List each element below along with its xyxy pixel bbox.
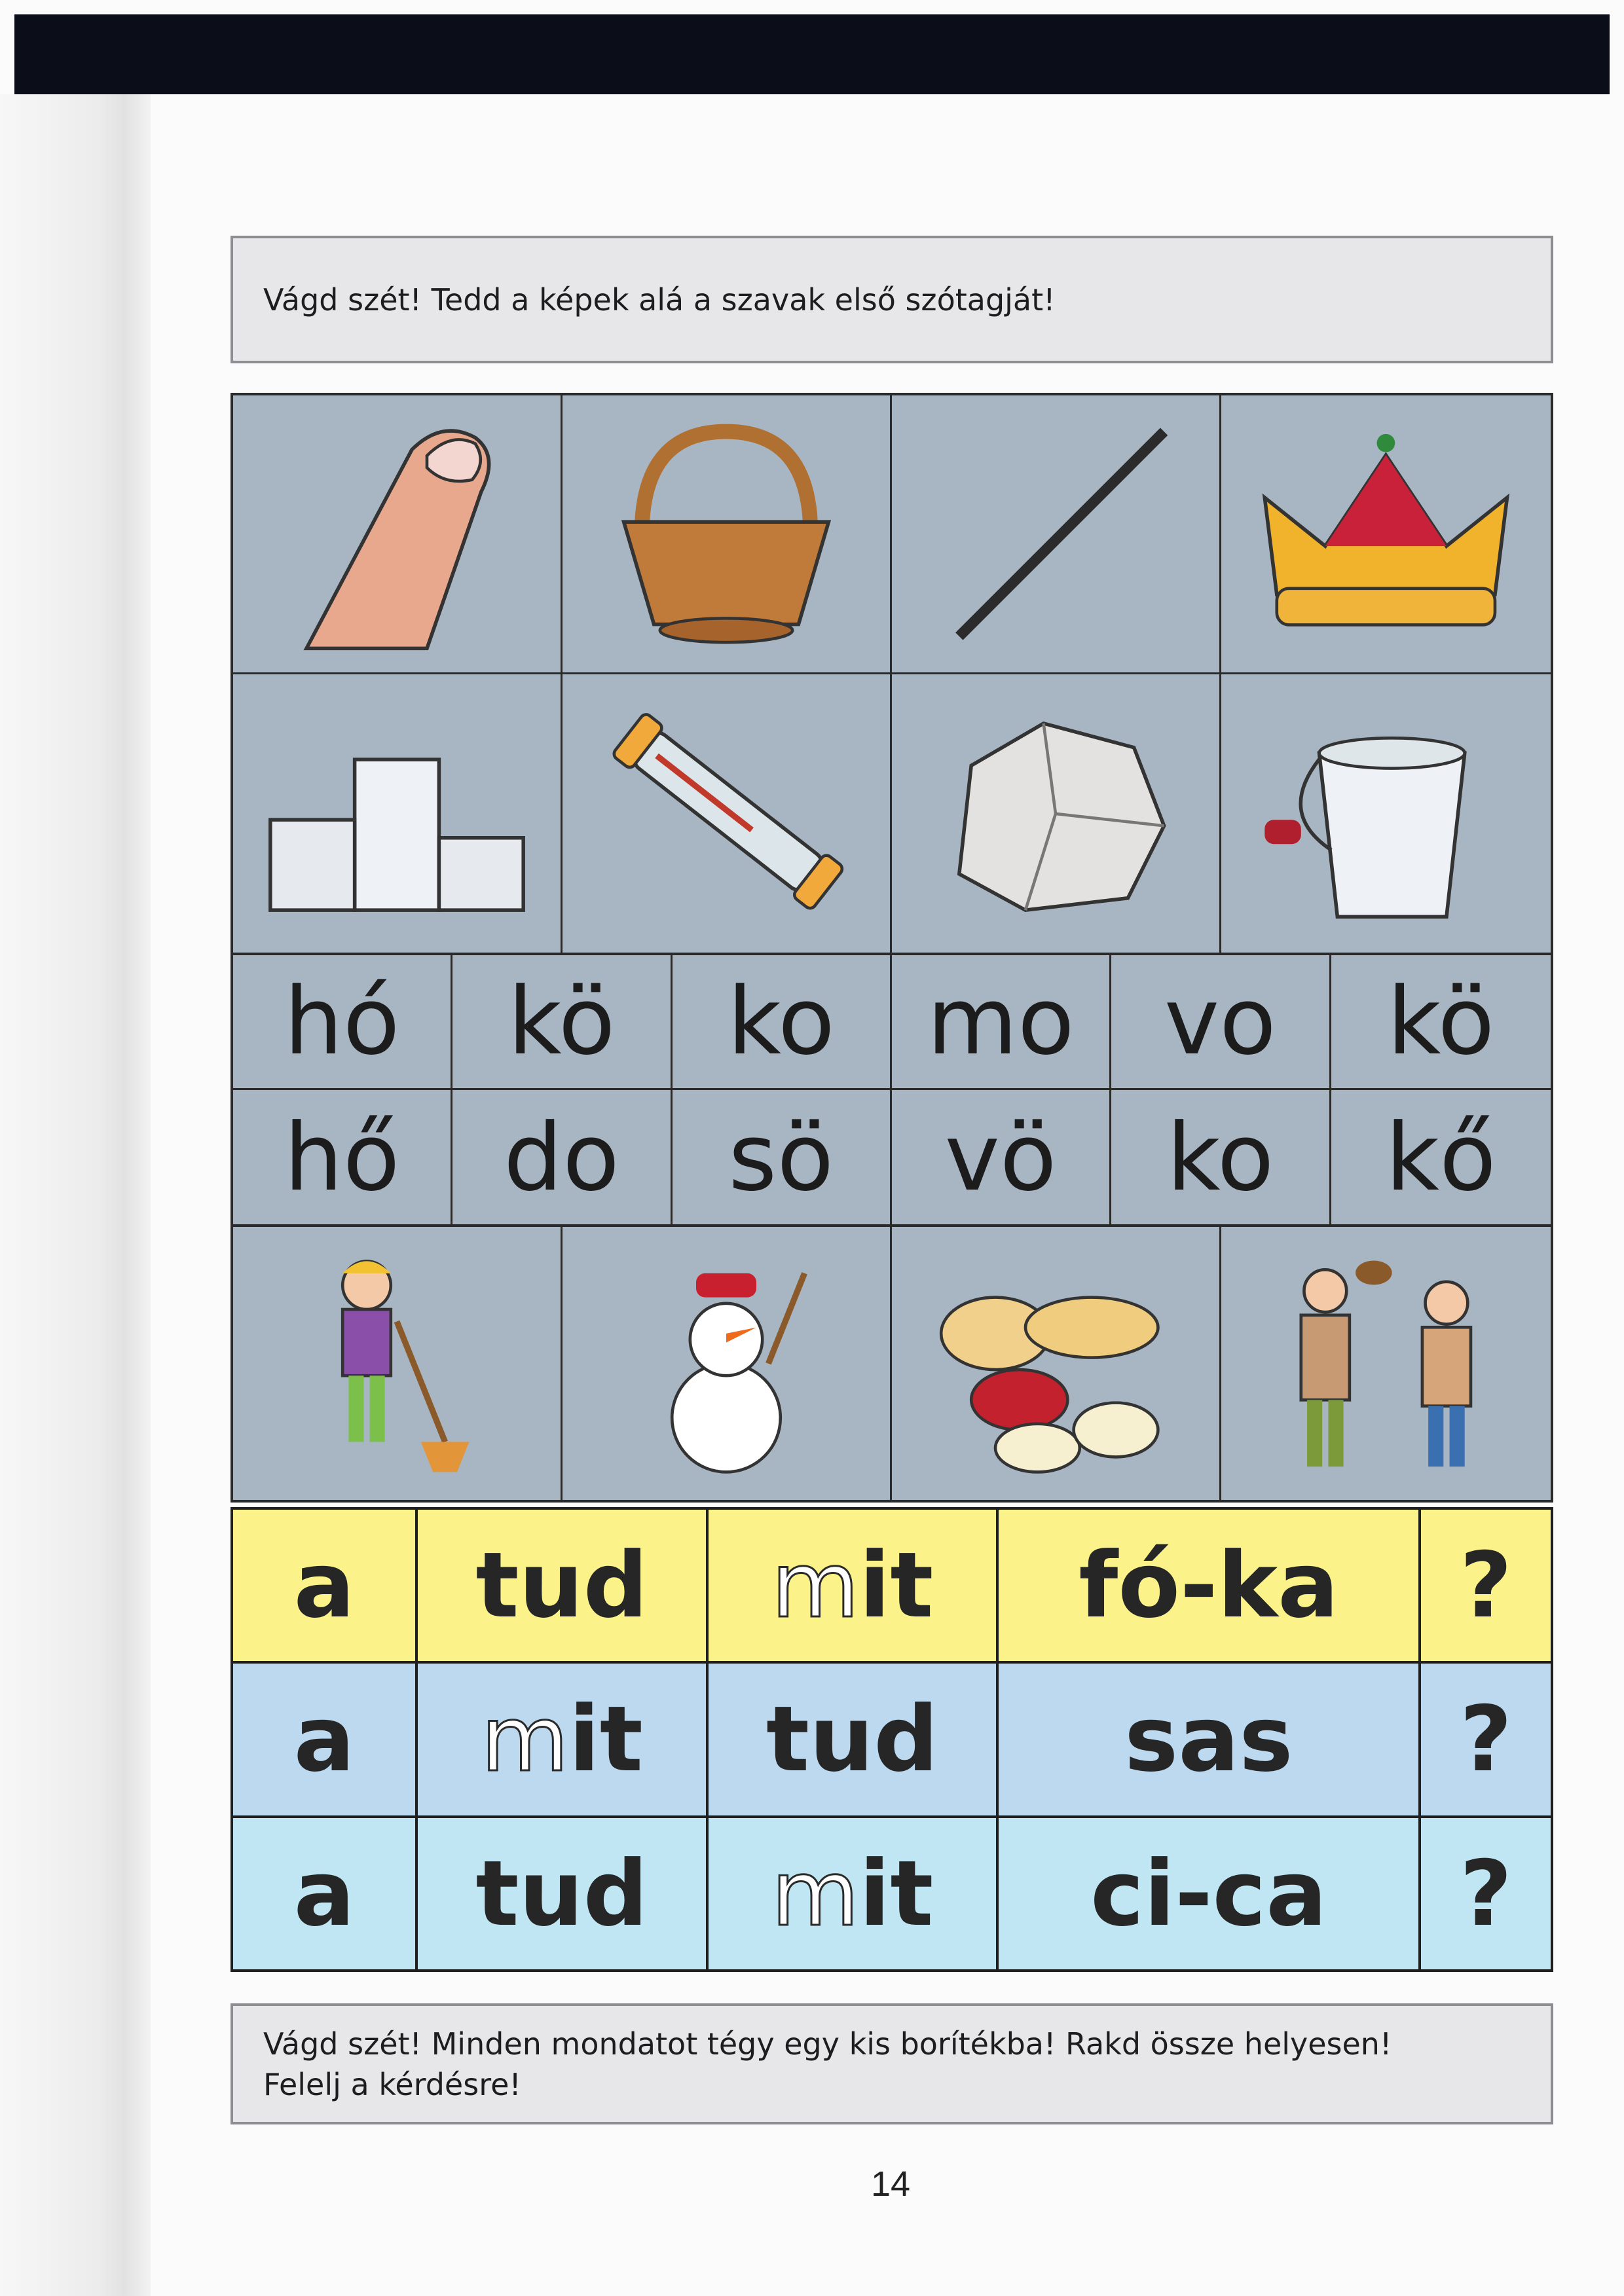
picture-cell-podium: [233, 674, 563, 953]
syllable-cell[interactable]: hó: [233, 955, 453, 1090]
sentence-row: a tud mit ci-ca ?: [230, 1815, 1553, 1973]
word-cell[interactable]: sas: [996, 1661, 1422, 1818]
syllable-cell[interactable]: vo: [1111, 955, 1331, 1090]
picture-cell-basket: [563, 395, 892, 674]
instruction-box-top: Vágd szét! Tedd a képek alá a szavak els…: [231, 236, 1553, 363]
bucket-icon: [1264, 736, 1467, 919]
instruction-text-bottom: Vágd szét! Minden mondatot tégy egy kis …: [263, 2024, 1392, 2105]
page-number: 14: [870, 2164, 911, 2204]
word-cell[interactable]: tud: [415, 1506, 709, 1664]
syllable-cell[interactable]: vö: [892, 1090, 1112, 1225]
instruction-box-bottom: Vágd szét! Minden mondatot tégy egy kis …: [231, 2003, 1553, 2124]
word-cell[interactable]: a: [230, 1661, 418, 1818]
thermometer-icon: [612, 713, 844, 910]
nuts-icon: [939, 1296, 1160, 1474]
word-cell[interactable]: a: [230, 1815, 418, 1973]
book-gutter: [0, 94, 151, 2296]
sentence-table: a tud mit fó-ka ? a mit tud sas ? a tud …: [230, 1506, 1553, 1973]
word-cell[interactable]: mit: [415, 1661, 709, 1818]
word-cell[interactable]: mit: [705, 1506, 999, 1664]
word-cell[interactable]: a: [230, 1506, 418, 1664]
question-mark-cell[interactable]: ?: [1418, 1661, 1553, 1818]
picture-cell-stick: [892, 395, 1221, 674]
basket-icon: [621, 424, 832, 644]
syllable-cell[interactable]: ko: [1111, 1090, 1331, 1225]
girl-sweeping-icon: [341, 1259, 470, 1472]
word-cell[interactable]: tud: [415, 1815, 709, 1973]
syllable-grid: hó kö ko mo vo kö hő do sö vö ko kő: [231, 953, 1553, 1228]
instruction-text-top: Vágd szét! Tedd a képek alá a szavak els…: [263, 282, 1056, 318]
picture-cell-thermometer: [563, 674, 892, 953]
sentence-row: a mit tud sas ?: [230, 1661, 1553, 1818]
instruction-line-1: Vágd szét! Minden mondatot tégy egy kis …: [263, 2026, 1392, 2062]
sentence-row: a tud mit fó-ka ?: [230, 1506, 1553, 1664]
syllable-cell[interactable]: kö: [1331, 955, 1551, 1090]
picture-cell-finger: [233, 395, 563, 674]
picture-cell-girl-sweeping: [233, 1227, 563, 1500]
picture-cell-snowman: [563, 1227, 892, 1500]
podium-icon: [268, 757, 525, 912]
syllable-cell[interactable]: sö: [673, 1090, 892, 1225]
word-cell[interactable]: fó-ka: [996, 1506, 1422, 1664]
syllable-cell[interactable]: do: [452, 1090, 673, 1225]
stick-icon: [955, 428, 1168, 640]
finger-icon: [303, 429, 491, 651]
picture-grid-top: [231, 393, 1553, 956]
syllable-cell[interactable]: kö: [452, 955, 673, 1090]
picture-cell-rock: [892, 674, 1221, 953]
picture-grid-bottom: [231, 1224, 1553, 1503]
picture-cell-crown: [1221, 395, 1551, 674]
picture-cell-nuts: [892, 1227, 1221, 1500]
syllable-cell[interactable]: kő: [1331, 1090, 1551, 1225]
picture-cell-men-greeting: [1221, 1227, 1551, 1500]
top-black-bar: [14, 14, 1610, 94]
word-cell[interactable]: tud: [705, 1661, 999, 1818]
question-mark-cell[interactable]: ?: [1418, 1506, 1553, 1664]
word-cell[interactable]: ci-ca: [996, 1815, 1422, 1973]
syllable-cell[interactable]: mo: [892, 955, 1112, 1090]
rock-icon: [957, 721, 1166, 913]
syllable-cell[interactable]: ko: [672, 955, 892, 1090]
question-mark-cell[interactable]: ?: [1418, 1815, 1553, 1973]
instruction-line-2: Felelj a kérdésre!: [263, 2066, 521, 2102]
men-greeting-icon: [1299, 1260, 1473, 1467]
crown-icon: [1262, 433, 1510, 627]
syllable-cell[interactable]: hő: [233, 1090, 453, 1225]
word-cell[interactable]: mit: [705, 1815, 999, 1973]
picture-cell-bucket: [1221, 674, 1551, 953]
snowman-icon: [670, 1271, 807, 1474]
